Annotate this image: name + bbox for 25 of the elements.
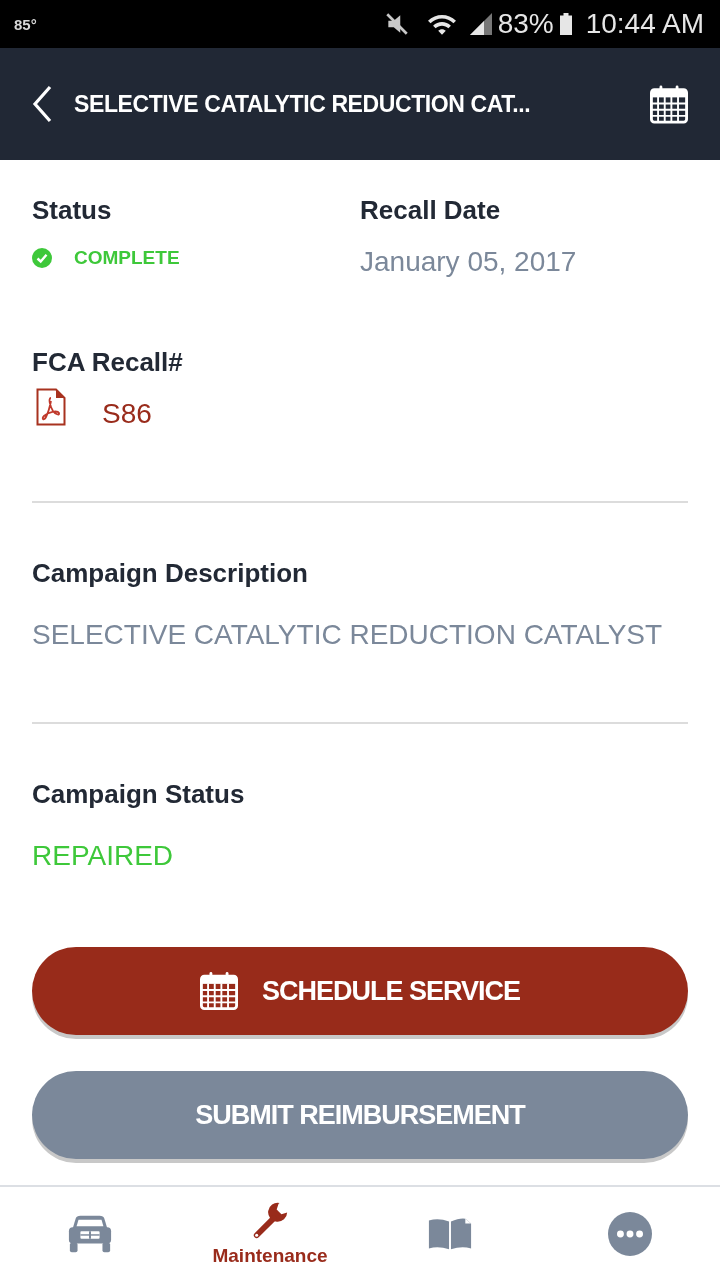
campaign-status-value: REPAIRED — [32, 839, 175, 873]
temperature-text: 85° — [14, 15, 37, 33]
check-circle-icon — [32, 248, 52, 268]
calendar-icon[interactable] — [650, 84, 688, 124]
car-icon — [67, 1213, 113, 1254]
nav-tab[interactable]: Maintenance — [180, 1187, 360, 1280]
pdf-file-icon[interactable] — [36, 388, 66, 426]
battery-percent-text: 83% — [497, 8, 554, 40]
recall-date-value: January 05, 2017 — [360, 245, 578, 279]
fca-recall-label: FCA Recall# — [32, 347, 184, 377]
more-options-icon — [608, 1211, 652, 1256]
status-value: COMPLETE — [74, 247, 180, 269]
page-title: SELECTIVE CATALYTIC REDUCTION CAT... — [74, 90, 532, 118]
campaign-description-label: Campaign Description — [32, 558, 309, 588]
campaign-status-label: Campaign Status — [32, 779, 246, 809]
clock-time: 10:44 AM — [585, 8, 704, 40]
status-label: Status — [32, 195, 113, 225]
recall-date-label: Recall Date — [360, 195, 502, 225]
back-chevron-icon — [32, 85, 52, 123]
battery-icon — [559, 13, 572, 35]
campaign-description-value: SELECTIVE CATALYTIC REDUCTION CATALYST — [32, 618, 664, 652]
calendar-icon — [199, 971, 238, 1011]
signal-icon — [469, 13, 492, 35]
recall-number-link[interactable]: S86 — [102, 397, 152, 431]
wifi-icon — [427, 12, 456, 36]
